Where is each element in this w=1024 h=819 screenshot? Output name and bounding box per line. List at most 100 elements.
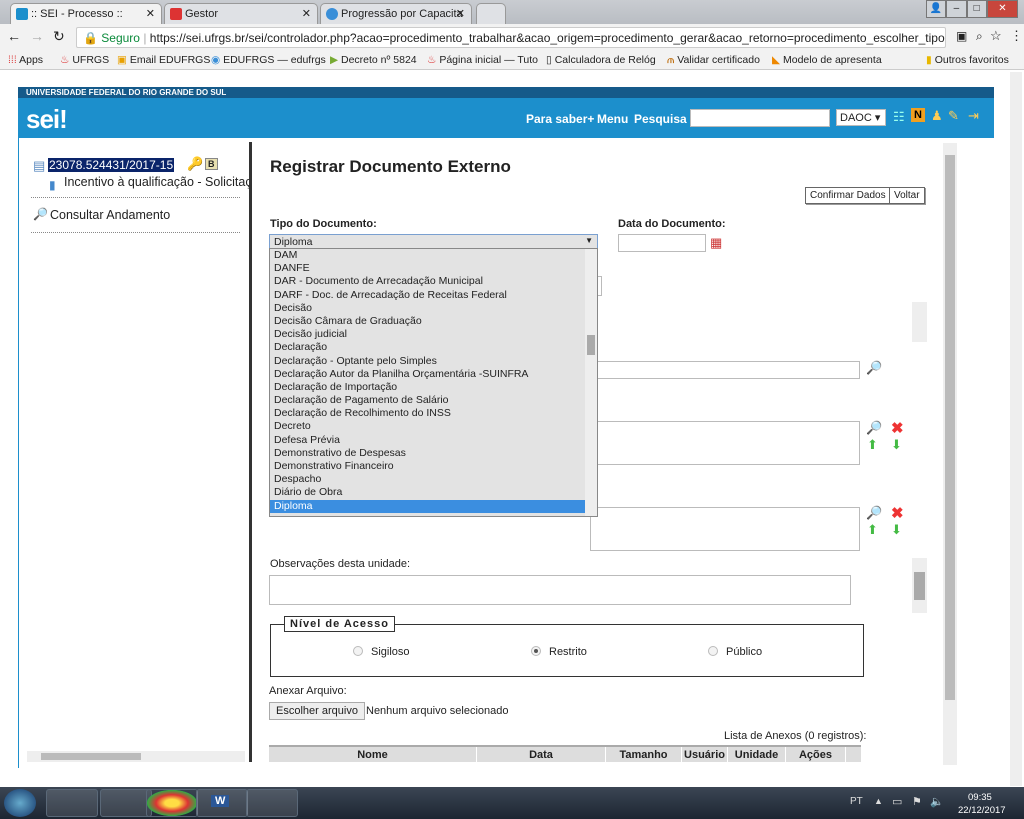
dropdown-option[interactable]: Declaração de Pagamento de Salário xyxy=(270,394,585,407)
page-scrollbar[interactable] xyxy=(1010,72,1022,786)
bookmark-edufrgs[interactable]: ◉ EDUFRGS — edufrgs xyxy=(211,54,326,66)
col-usuario[interactable]: Usuário xyxy=(682,747,728,762)
paint-icon[interactable] xyxy=(246,789,298,817)
dropdown-option[interactable]: Demonstrativo de Despesas xyxy=(270,447,585,460)
flag-icon[interactable]: ⚑ xyxy=(912,795,922,808)
back-icon[interactable]: ← xyxy=(7,28,21,44)
bookmark-outros[interactable]: ▮ Outros favoritos xyxy=(926,54,1009,66)
word-icon[interactable]: W xyxy=(196,789,248,817)
new-icon[interactable]: N xyxy=(911,108,925,122)
observacoes-textarea[interactable] xyxy=(269,575,851,605)
dropdown-option[interactable]: Declaração xyxy=(270,341,585,354)
document-link[interactable]: Incentivo à qualificação - Solicitação xyxy=(64,175,250,189)
date-input[interactable] xyxy=(618,234,706,252)
panel-divider[interactable] xyxy=(249,142,252,762)
interessado-input[interactable] xyxy=(590,361,860,379)
menu-link[interactable]: Menu xyxy=(597,112,628,126)
tab-progressao[interactable]: Progressão por Capacita ✕ xyxy=(320,3,472,24)
col-nome[interactable]: Nome xyxy=(269,747,477,762)
remove-icon[interactable]: ✖ xyxy=(891,419,904,437)
search-input[interactable] xyxy=(690,109,830,127)
tab-gestor[interactable]: Gestor ✕ xyxy=(164,3,318,24)
minimize-button[interactable]: – xyxy=(946,0,967,18)
dropdown-option[interactable]: Decreto xyxy=(270,420,585,433)
start-button[interactable] xyxy=(4,789,36,817)
search-icon[interactable]: 🔎 xyxy=(866,420,882,436)
main-scrollbar[interactable] xyxy=(943,143,957,765)
dropdown-option[interactable]: Diário de Obra xyxy=(270,486,585,499)
confirm-button[interactable]: Confirmar Dados xyxy=(805,187,891,204)
close-window-button[interactable]: ✕ xyxy=(986,0,1019,18)
close-tab-icon[interactable]: ✕ xyxy=(302,7,311,20)
menu-icon[interactable]: ⋮ xyxy=(1010,28,1023,44)
chrome-icon[interactable] xyxy=(146,789,198,817)
close-tab-icon[interactable]: ✕ xyxy=(146,7,155,20)
para-saber-link[interactable]: Para saber+ xyxy=(526,112,594,126)
cast-icon[interactable]: ▣ xyxy=(956,29,967,43)
bookmark-apps[interactable]: ⁞⁞⁞ Apps xyxy=(8,54,43,66)
move-down-icon[interactable]: ⬇ xyxy=(891,437,902,453)
dropdown-option[interactable]: Decisão xyxy=(270,302,585,315)
exit-icon[interactable]: ⇥ xyxy=(968,108,979,124)
field-scrollbar[interactable] xyxy=(912,302,927,342)
dropdown-option[interactable]: Decisão Câmara de Graduação xyxy=(270,315,585,328)
url-input[interactable]: 🔒 Seguro | https://sei.ufrgs.br/sei/cont… xyxy=(76,27,946,48)
list-icon[interactable]: ☷ xyxy=(893,109,905,125)
clock-date[interactable]: 22/12/2017 xyxy=(958,805,1006,816)
search-icon[interactable]: 🔎 xyxy=(866,360,882,376)
language-indicator[interactable]: PT xyxy=(850,796,863,807)
dropdown-option[interactable]: Demonstrativo Financeiro xyxy=(270,460,585,473)
col-data[interactable]: Data xyxy=(477,747,606,762)
reload-icon[interactable]: ↻ xyxy=(53,28,65,45)
tree-horizontal-scrollbar[interactable] xyxy=(27,751,245,762)
bookmark-calculadora[interactable]: ▯ Calculadora de Relóg xyxy=(546,54,656,66)
new-tab-button[interactable] xyxy=(476,3,506,24)
move-down-icon[interactable]: ⬇ xyxy=(891,522,902,538)
destinatarios-list[interactable] xyxy=(590,507,860,551)
interessados-list[interactable] xyxy=(590,421,860,465)
consultar-andamento-link[interactable]: Consultar Andamento xyxy=(50,208,170,222)
col-tamanho[interactable]: Tamanho xyxy=(606,747,682,762)
choose-file-button[interactable]: Escolher arquivo xyxy=(269,702,365,720)
network-icon[interactable]: ▭ xyxy=(892,795,902,808)
radio-publico[interactable]: Público xyxy=(708,646,762,658)
dropdown-option[interactable]: Despacho xyxy=(270,473,585,486)
col-unidade[interactable]: Unidade xyxy=(728,747,786,762)
bookmark-validar[interactable]: ⫙ Validar certificado xyxy=(667,54,760,67)
back-button[interactable]: Voltar xyxy=(889,187,925,204)
dropdown-option[interactable]: Decisão judicial xyxy=(270,328,585,341)
dropdown-option[interactable]: DANFE xyxy=(270,262,585,275)
move-up-icon[interactable]: ⬆ xyxy=(867,522,878,538)
bookmark-email[interactable]: ▣ Email EDUFRGS xyxy=(117,54,210,66)
close-tab-icon[interactable]: ✕ xyxy=(456,7,465,20)
dropdown-option[interactable]: DAM xyxy=(270,249,585,262)
dropdown-option[interactable]: DAR - Documento de Arrecadação Municipal xyxy=(270,275,585,288)
radio-restrito[interactable]: Restrito xyxy=(531,646,587,658)
tools-icon[interactable]: ✎ xyxy=(948,108,959,124)
pesquisa-link[interactable]: Pesquisa xyxy=(634,112,687,126)
sei-logo[interactable]: sei! xyxy=(26,104,68,135)
tipo-select[interactable]: Diploma ▼ xyxy=(269,234,598,249)
clock-time[interactable]: 09:35 xyxy=(968,792,992,803)
user-icon[interactable]: 👤 xyxy=(926,0,947,18)
bookmark-ufrgs[interactable]: ♨ UFRGS xyxy=(60,54,109,66)
tab-sei-processo[interactable]: :: SEI - Processo :: ✕ xyxy=(10,3,162,24)
search-icon[interactable]: 🔎 xyxy=(866,505,882,521)
dropdown-option[interactable]: Declaração de Importação xyxy=(270,381,585,394)
bookmark-modelo[interactable]: ◣ Modelo de apresenta xyxy=(772,54,882,66)
tray-expand-icon[interactable]: ▲ xyxy=(874,796,883,806)
col-acoes[interactable]: Ações xyxy=(786,747,846,762)
bookmark-pagina-inicial[interactable]: ♨ Página inicial — Tuto xyxy=(427,54,538,66)
forward-icon[interactable]: → xyxy=(30,28,44,44)
volume-icon[interactable]: 🔈 xyxy=(930,795,944,808)
bookmark-decreto[interactable]: ▶ Decreto nº 5824 xyxy=(330,54,417,66)
dropdown-option[interactable]: Defesa Prévia xyxy=(270,434,585,447)
dropdown-option[interactable]: DARF - Doc. de Arrecadação de Receitas F… xyxy=(270,289,585,302)
tipo-dropdown-list[interactable]: DAM DANFE DAR - Documento de Arrecadação M… xyxy=(269,248,598,517)
remove-icon[interactable]: ✖ xyxy=(891,504,904,522)
obs-scrollbar[interactable] xyxy=(912,558,927,613)
dropdown-option[interactable]: Declaração - Optante pelo Simples xyxy=(270,355,585,368)
dropdown-option[interactable]: Declaração Autor da Planilha Orçamentári… xyxy=(270,368,585,381)
user-icon[interactable]: ♟ xyxy=(931,108,943,124)
ufrgs-app-icon[interactable] xyxy=(100,789,152,817)
